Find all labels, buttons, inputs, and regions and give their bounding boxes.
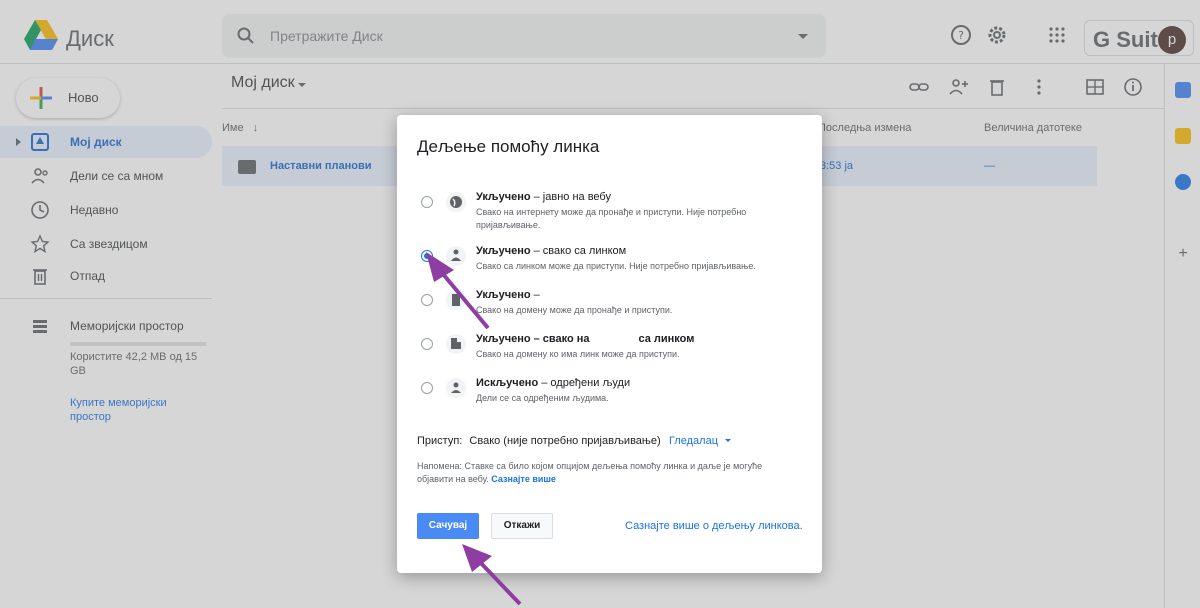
person-icon	[446, 378, 466, 398]
learn-more-link-sharing[interactable]: Сазнајте више о дељењу линкова.	[625, 520, 803, 532]
option-specific-people[interactable]: Искључено – одређени људи Дели се са одр…	[417, 377, 807, 421]
option-public-web[interactable]: Укључено – јавно на вебу Свако на интерн…	[417, 191, 807, 235]
role-dropdown-icon[interactable]	[725, 439, 731, 442]
annotation-arrow-save	[462, 544, 522, 606]
option-description: Свако на домену може да пронађе и присту…	[476, 305, 673, 315]
option-title: Укључено – јавно на вебу	[476, 191, 611, 203]
note-learn-more-link[interactable]: Сазнајте више	[491, 474, 556, 484]
option-description: Свако на домену ко има линк може да прис…	[476, 349, 680, 359]
link-sharing-dialog: Дељење помоћу линка Укључено – јавно на …	[397, 115, 822, 573]
globe-icon	[446, 192, 466, 212]
annotation-arrow-radio	[426, 252, 490, 330]
radio-public-web[interactable]	[421, 196, 433, 208]
option-domain-with-link[interactable]: Укључено – свако на са линком Свако на д…	[417, 333, 807, 377]
option-title: Укључено – свако на са линком	[476, 333, 695, 345]
option-title: Искључено – одређени људи	[476, 377, 631, 389]
cancel-button[interactable]: Откажи	[491, 513, 553, 539]
access-label: Приступ:	[417, 435, 463, 447]
radio-domain-with-link[interactable]	[421, 338, 433, 350]
radio-specific-people[interactable]	[421, 382, 433, 394]
note-text: Напомена: Ставке са било којом опцијом д…	[417, 461, 763, 484]
option-description: Свако на интернету може да пронађе и при…	[476, 207, 747, 230]
access-summary: Приступ: Свако (није потребно пријављива…	[417, 435, 661, 447]
save-button[interactable]: Сачувај	[417, 513, 479, 539]
option-description: Дели се са одређеним људима.	[476, 393, 609, 403]
sharing-note: Напомена: Ставке са било којом опцијом д…	[417, 460, 787, 486]
access-value: Свако (није потребно пријављивање)	[469, 435, 661, 447]
access-role-dropdown[interactable]: Гледалац	[669, 435, 718, 447]
option-description: Свако са линком може да приступи. Није п…	[476, 261, 756, 271]
dialog-title: Дељење помоћу линка	[417, 137, 600, 156]
